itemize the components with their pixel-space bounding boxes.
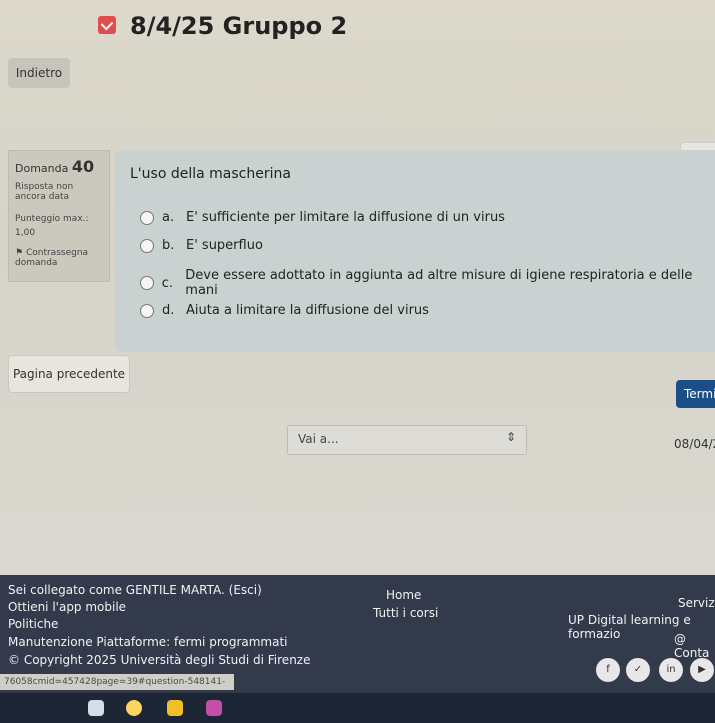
radio-a[interactable] [140, 210, 154, 225]
youtube-icon[interactable]: ▶ [690, 658, 714, 682]
jump-to-select[interactable]: Vai a... ⇕ [287, 425, 527, 455]
answer-option-d[interactable]: d. Aiuta a limitare la diffusione del vi… [140, 303, 429, 318]
services-heading: Servizio [678, 596, 715, 610]
taskbar [0, 693, 715, 723]
mobile-app-link[interactable]: Ottieni l'app mobile [8, 600, 126, 614]
question-text: L'uso della mascherina [130, 166, 291, 182]
flag-icon: ⚑ [15, 248, 24, 258]
date-label: 08/04/2 [674, 437, 715, 451]
finish-attempt-button[interactable]: Termin [676, 380, 715, 408]
contact-link[interactable]: @ Conta [674, 632, 715, 660]
page-title: 8/4/25 Gruppo 2 [130, 12, 348, 40]
taskview-icon[interactable] [88, 700, 104, 716]
chevron-updown-icon: ⇕ [505, 430, 516, 444]
question-number: Domanda 40 [15, 157, 95, 176]
question-info: Domanda 40 Risposta non ancora data Punt… [8, 150, 110, 282]
status-url: 76058cmid=457428page=39#question-548141-… [0, 674, 234, 703]
question-content: L'uso della mascherina a. E' sufficiente… [115, 150, 715, 352]
answer-option-b[interactable]: b. E' superfluo [140, 238, 263, 253]
chrome-icon[interactable] [126, 700, 142, 716]
question-status: Risposta non ancora data [15, 182, 74, 202]
max-score-label: Punteggio max.: [15, 214, 89, 224]
logged-in-text[interactable]: Sei collegato come GENTILE MARTA. (Esci) [8, 583, 262, 597]
folder-icon[interactable] [167, 700, 183, 716]
max-score-value: 1,00 [15, 228, 36, 238]
maintenance-link[interactable]: Manutenzione Piattaforme: fermi programm… [8, 635, 288, 649]
flag-question[interactable]: ⚑ Contrassegna domanda [15, 248, 103, 268]
previous-page-button[interactable]: Pagina precedente [8, 355, 130, 393]
back-button[interactable]: Indietro [8, 58, 70, 88]
app-icon[interactable] [206, 700, 222, 716]
policies-link[interactable]: Politiche [8, 617, 58, 631]
copyright-text: © Copyright 2025 Università degli Studi … [8, 653, 311, 667]
answer-option-a[interactable]: a. E' sufficiente per limitare la diffus… [140, 210, 505, 225]
all-courses-link[interactable]: Tutti i corsi [373, 606, 438, 620]
answer-option-c[interactable]: c. Deve essere adottato in aggiunta ad a… [140, 268, 715, 298]
twitter-icon[interactable]: ✓ [626, 658, 650, 682]
quiz-icon [98, 16, 116, 34]
home-link[interactable]: Home [386, 588, 421, 602]
radio-c[interactable] [140, 276, 154, 290]
facebook-icon[interactable]: f [596, 658, 620, 682]
radio-b[interactable] [140, 238, 154, 253]
linkedin-icon[interactable]: in [659, 658, 683, 682]
radio-d[interactable] [140, 303, 154, 318]
